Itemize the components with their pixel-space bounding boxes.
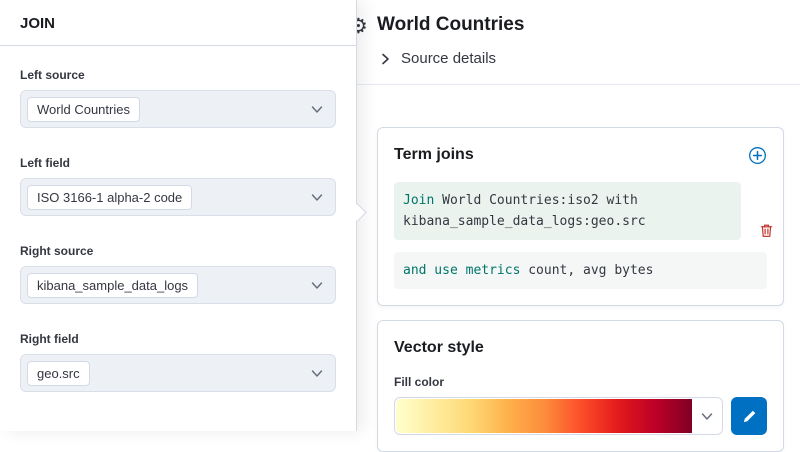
join-form: Left source World Countries Left field I… — [0, 46, 356, 414]
layer-header: World Countries Source details — [357, 0, 800, 85]
right-field-group: Right field geo.src — [20, 332, 336, 392]
color-ramp-swatch — [396, 399, 692, 433]
metrics-keyword: and use metrics — [403, 263, 520, 278]
join-expression-text: World Countries:iso2 with kibana_sample_… — [403, 193, 646, 229]
metrics-expression-text: count, avg bytes — [528, 263, 653, 278]
term-joins-card: Term joins Join World Countries:iso2 wit… — [377, 127, 784, 306]
left-source-label: Left source — [20, 68, 336, 82]
fill-color-label: Fill color — [394, 375, 767, 389]
join-popover-title: JOIN — [0, 0, 356, 46]
chevron-down-icon — [309, 101, 325, 117]
left-field-label: Left field — [20, 156, 336, 170]
chevron-right-icon — [377, 51, 393, 67]
left-source-group: Left source World Countries — [20, 68, 336, 128]
right-source-value: kibana_sample_data_logs — [27, 273, 198, 298]
layer-settings-panel: ⚙ World Countries Source details Term jo… — [357, 0, 800, 431]
left-field-group: Left field ISO 3166-1 alpha-2 code — [20, 156, 336, 216]
left-source-value: World Countries — [27, 97, 140, 122]
join-popover: JOIN Left source World Countries Left fi… — [0, 0, 357, 431]
chevron-down-icon — [699, 408, 715, 424]
vector-style-title: Vector style — [394, 337, 767, 359]
metrics-expression[interactable]: and use metrics count, avg bytes — [394, 252, 767, 289]
right-field-value: geo.src — [27, 361, 90, 386]
term-joins-title: Term joins — [394, 144, 474, 166]
layer-title: World Countries — [377, 12, 780, 38]
right-field-label: Right field — [20, 332, 336, 346]
vector-style-card: Vector style Fill color — [377, 320, 784, 452]
right-source-label: Right source — [20, 244, 336, 258]
chevron-down-icon — [309, 277, 325, 293]
chevron-down-icon — [309, 365, 325, 381]
right-source-select[interactable]: kibana_sample_data_logs — [20, 266, 336, 304]
left-source-select[interactable]: World Countries — [20, 90, 336, 128]
source-details-label: Source details — [401, 48, 496, 70]
layer-body: Term joins Join World Countries:iso2 wit… — [357, 85, 800, 452]
source-details-toggle[interactable]: Source details — [377, 48, 780, 70]
chevron-down-icon — [309, 189, 325, 205]
left-field-value: ISO 3166-1 alpha-2 code — [27, 185, 192, 210]
edit-fill-color-button[interactable] — [731, 397, 767, 435]
right-source-group: Right source kibana_sample_data_logs — [20, 244, 336, 304]
fill-color-select[interactable] — [394, 397, 723, 435]
add-join-button[interactable] — [748, 146, 767, 165]
join-keyword: Join — [403, 193, 434, 208]
left-field-select[interactable]: ISO 3166-1 alpha-2 code — [20, 178, 336, 216]
join-expression[interactable]: Join World Countries:iso2 with kibana_sa… — [394, 182, 741, 240]
delete-join-button[interactable] — [759, 222, 774, 239]
right-field-select[interactable]: geo.src — [20, 354, 336, 392]
